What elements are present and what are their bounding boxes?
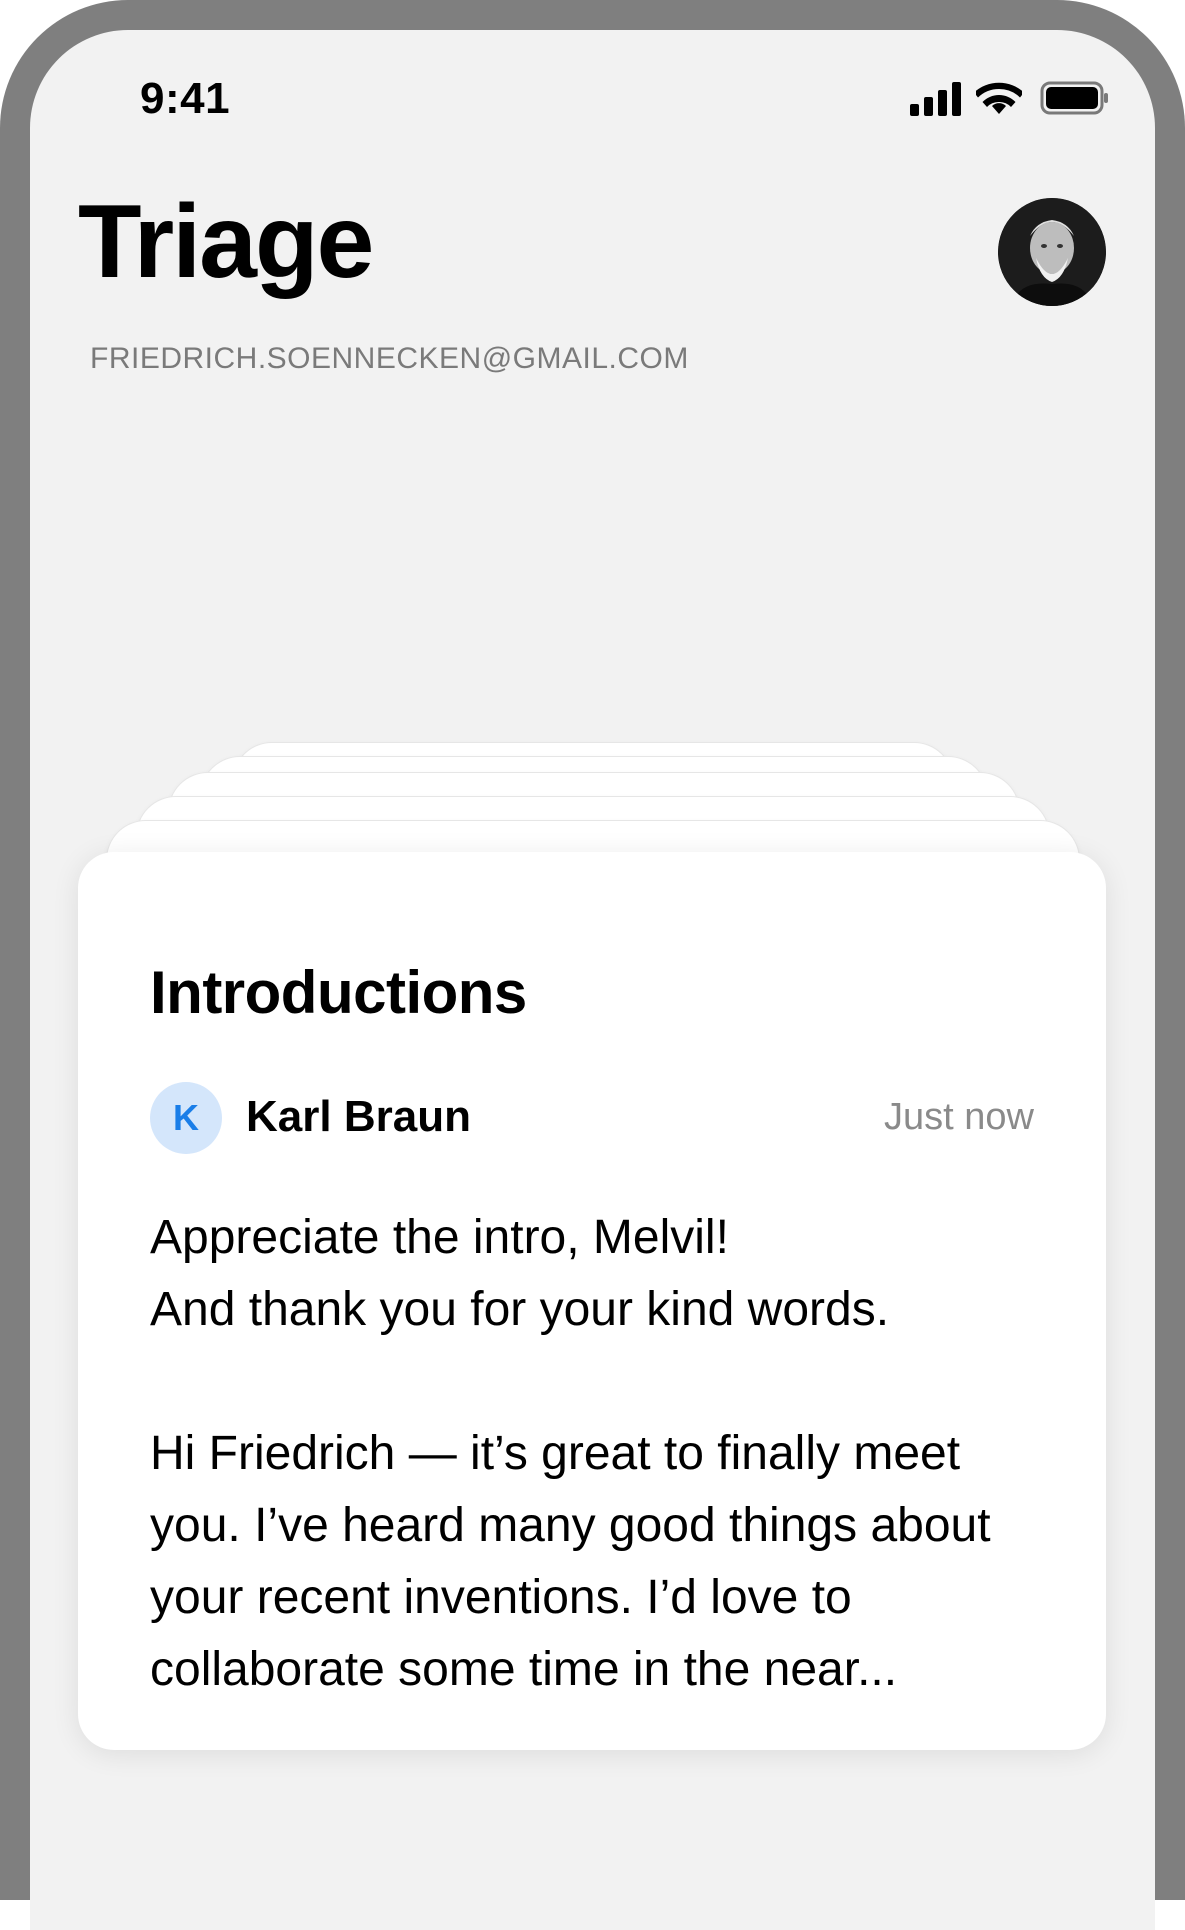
status-icons — [910, 81, 1110, 122]
message-preview: Appreciate the intro, Melvil! And thank … — [150, 1202, 1050, 1778]
device-frame: 9:41 Triage FRIEDRICH.SOENNECKEN@GMAIL.C… — [0, 0, 1185, 1930]
account-email: FRIEDRICH.SOENNECKEN@GMAIL.COM — [90, 342, 689, 375]
battery-icon — [1040, 81, 1108, 115]
message-paragraph: Appreciate the intro, Melvil! And thank … — [150, 1202, 1050, 1346]
message-timestamp: Just now — [884, 1096, 1034, 1138]
message-paragraph: Hi Friedrich — it’s great to finally mee… — [150, 1427, 991, 1696]
sender-avatar: K — [150, 1082, 222, 1154]
avatar[interactable] — [998, 198, 1106, 306]
message-line: Appreciate the intro, Melvil! — [150, 1211, 729, 1264]
sender-name: Karl Braun — [246, 1092, 471, 1141]
status-time: 9:41 — [140, 74, 231, 123]
card-category-title: Introductions — [150, 959, 527, 1026]
profile-photo — [998, 198, 1106, 306]
page-title: Triage — [78, 184, 374, 300]
message-card[interactable]: Introductions K Karl Braun Just now Appr… — [78, 852, 1106, 1750]
message-line: And thank you for your kind words. — [150, 1283, 890, 1336]
wifi-icon — [976, 82, 1022, 114]
screen: 9:41 Triage FRIEDRICH.SOENNECKEN@GMAIL.C… — [30, 30, 1155, 1930]
cellular-signal-icon — [910, 82, 961, 116]
